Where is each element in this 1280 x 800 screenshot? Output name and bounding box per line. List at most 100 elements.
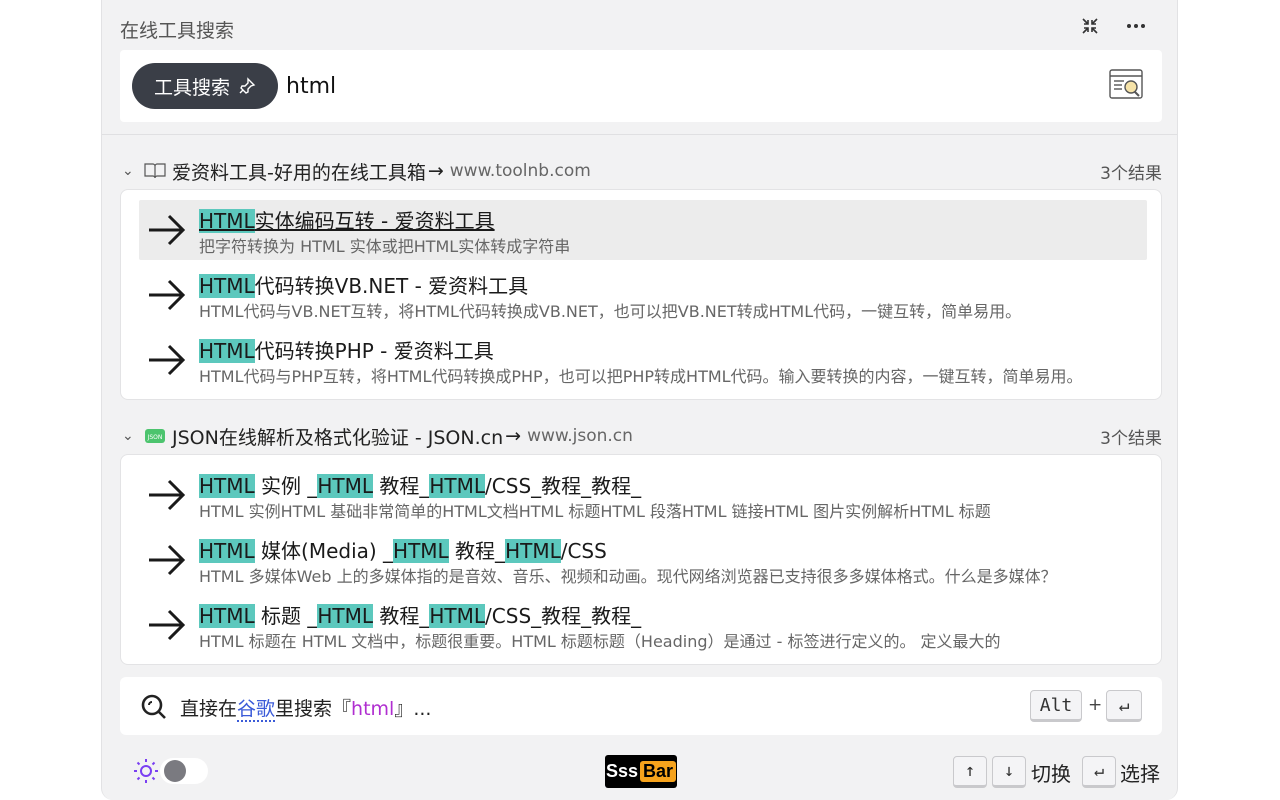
select-label: 选择 [1120,762,1160,786]
result-item[interactable]: HTML代码转换VB.NET - 爱资料工具 HTML代码与VB.NET互转，将… [139,265,1147,325]
toggle-knob [164,760,186,782]
result-description: HTML代码与PHP互转，将HTML代码转换成PHP，也可以把PHP转成HTML… [199,367,1083,386]
arrow-right-icon [149,609,186,641]
arrow-right-icon [149,479,186,511]
title-text: 实体编码互转 - 爱资料工具 [254,209,495,233]
result-title: HTML 媒体(Media) _HTML 教程_HTML/CSS [199,535,607,564]
search-icon [141,694,166,719]
moon-icon[interactable] [212,757,238,785]
switch-label: 切换 [1031,762,1071,786]
enter-key: ↵ [1106,690,1142,722]
title-highlight: HTML [199,274,255,298]
title-text: /CSS_教程_教程_ [485,604,642,628]
title-highlight: HTML [199,604,255,628]
title-text: 代码转换VB.NET - 爱资料工具 [254,274,529,298]
search-preview-icon[interactable] [1108,68,1144,102]
up-key: ↑ [953,756,987,788]
title-text: 媒体(Media) _ [254,539,394,563]
chevron-down-icon[interactable]: ⌄ [122,163,138,179]
theme-toggle[interactable] [160,758,208,784]
result-item[interactable]: HTML 标题 _HTML 教程_HTML/CSS_教程_教程_ HTML 标题… [139,595,1147,655]
result-item[interactable]: HTML 媒体(Media) _HTML 教程_HTML/CSS HTML 多媒… [139,530,1147,590]
result-description: HTML 标题在 HTML 文档中，标题很重要。HTML 标题标题（Headin… [199,632,1001,651]
title-highlight: HTML [429,474,486,498]
site-url[interactable]: www.json.cn [527,426,633,446]
title-highlight: HTML [317,604,374,628]
brand-logo: Sss Bar [605,755,677,788]
web-search-row[interactable]: 直接在谷歌里搜索『html』... Alt + ↵ [120,677,1162,735]
result-title: HTML实体编码互转 - 爱资料工具 [199,205,495,234]
result-count: 3个结果 [1100,428,1162,449]
result-description: HTML 实例HTML 基础非常简单的HTML文档HTML 标题HTML 段落H… [199,502,991,521]
divider [102,134,1177,135]
title-text: 标题 _ [254,604,318,628]
down-key: ↓ [992,756,1026,788]
brand-text: Sss [605,761,638,781]
title-text: 实例 _ [254,474,318,498]
result-item[interactable]: HTML代码转换PHP - 爱资料工具 HTML代码与PHP互转，将HTML代码… [139,330,1147,390]
site-url[interactable]: www.toolnb.com [450,161,591,181]
result-group-header: ⌄ 爱资料工具-好用的在线工具箱 → www.toolnb.com 3个结果 [122,157,1162,185]
result-list: HTML实体编码互转 - 爱资料工具 把字符转换为 HTML 实体或把HTML实… [120,189,1162,400]
search-input[interactable] [286,68,986,104]
title-highlight: HTML [317,474,374,498]
title-highlight: HTML [199,209,255,233]
title-highlight: HTML [393,539,449,563]
result-item[interactable]: HTML实体编码互转 - 爱资料工具 把字符转换为 HTML 实体或把HTML实… [139,200,1147,260]
title-bar: 在线工具搜索 [102,0,1177,50]
arrow-right-icon [149,214,186,246]
title-highlight: HTML [505,539,561,563]
json-icon: JSON [144,427,166,445]
search-mode-label: 工具搜索 [153,76,230,99]
alt-key: Alt [1030,690,1082,722]
title-text: /CSS [560,539,607,563]
search-bar: 工具搜索 [120,50,1162,122]
svg-text:JSON: JSON [147,434,163,441]
title-highlight: HTML [199,539,255,563]
web-search-text: 直接在谷歌里搜索『html』... [180,694,432,722]
result-title: HTML代码转换VB.NET - 爱资料工具 [199,270,528,299]
sun-icon[interactable] [132,757,160,785]
result-list: HTML 实例 _HTML 教程_HTML/CSS_教程_教程_ HTML 实例… [120,454,1162,665]
chevron-down-icon[interactable]: ⌄ [122,428,138,444]
search-engine-link[interactable]: 谷歌 [237,698,276,722]
app-title: 在线工具搜索 [120,20,235,42]
plus-sign: + [1088,695,1103,715]
title-text: /CSS_教程_教程_ [485,474,642,498]
book-icon [144,162,166,180]
site-name[interactable]: JSON在线解析及格式化验证 - JSON.cn [172,423,503,450]
title-highlight: HTML [199,474,255,498]
select-enter-key: ↵ [1082,756,1116,788]
footer: Sss Bar ↑ ↓ 切换 ↵ 选择 [102,745,1177,800]
result-title: HTML 实例 _HTML 教程_HTML/CSS_教程_教程_ [199,470,641,499]
search-mode-button[interactable]: 工具搜索 [132,63,278,109]
title-text: 教程_ [373,474,430,498]
title-text: 教程_ [373,604,430,628]
web-search-prefix: 直接在 [180,698,238,720]
result-title: HTML代码转换PHP - 爱资料工具 [199,335,494,364]
result-description: HTML代码与VB.NET互转，将HTML代码转换成VB.NET，也可以把VB.… [199,302,1022,321]
site-arrow: → [427,160,444,182]
result-description: 把字符转换为 HTML 实体或把HTML实体转成字符串 [199,237,571,256]
arrow-right-icon [149,344,186,376]
result-count: 3个结果 [1100,163,1162,184]
result-title: HTML 标题 _HTML 教程_HTML/CSS_教程_教程_ [199,600,641,629]
site-name[interactable]: 爱资料工具-好用的在线工具箱 [172,158,426,185]
web-search-suffix: 』... [394,698,432,720]
result-item[interactable]: HTML 实例 _HTML 教程_HTML/CSS_教程_教程_ HTML 实例… [139,465,1147,525]
result-description: HTML 多媒体Web 上的多媒体指的是音效、音乐、视频和动画。现代网络浏览器已… [199,567,1057,586]
web-search-query: html [351,698,395,720]
title-highlight: HTML [199,339,255,363]
brand-badge: Bar [640,761,677,782]
web-search-middle: 里搜索『 [275,698,352,720]
title-highlight: HTML [429,604,486,628]
more-icon[interactable] [1124,14,1148,38]
result-group-header: ⌄ JSON JSON在线解析及格式化验证 - JSON.cn → www.js… [122,422,1162,450]
title-text: 教程_ [448,539,506,563]
arrow-right-icon [149,544,186,576]
pin-icon [239,77,256,94]
search-panel: 在线工具搜索 工具搜索 ⌄ [101,0,1178,800]
site-arrow: → [505,425,522,447]
collapse-icon[interactable] [1078,14,1102,38]
title-text: 代码转换PHP - 爱资料工具 [254,339,494,363]
